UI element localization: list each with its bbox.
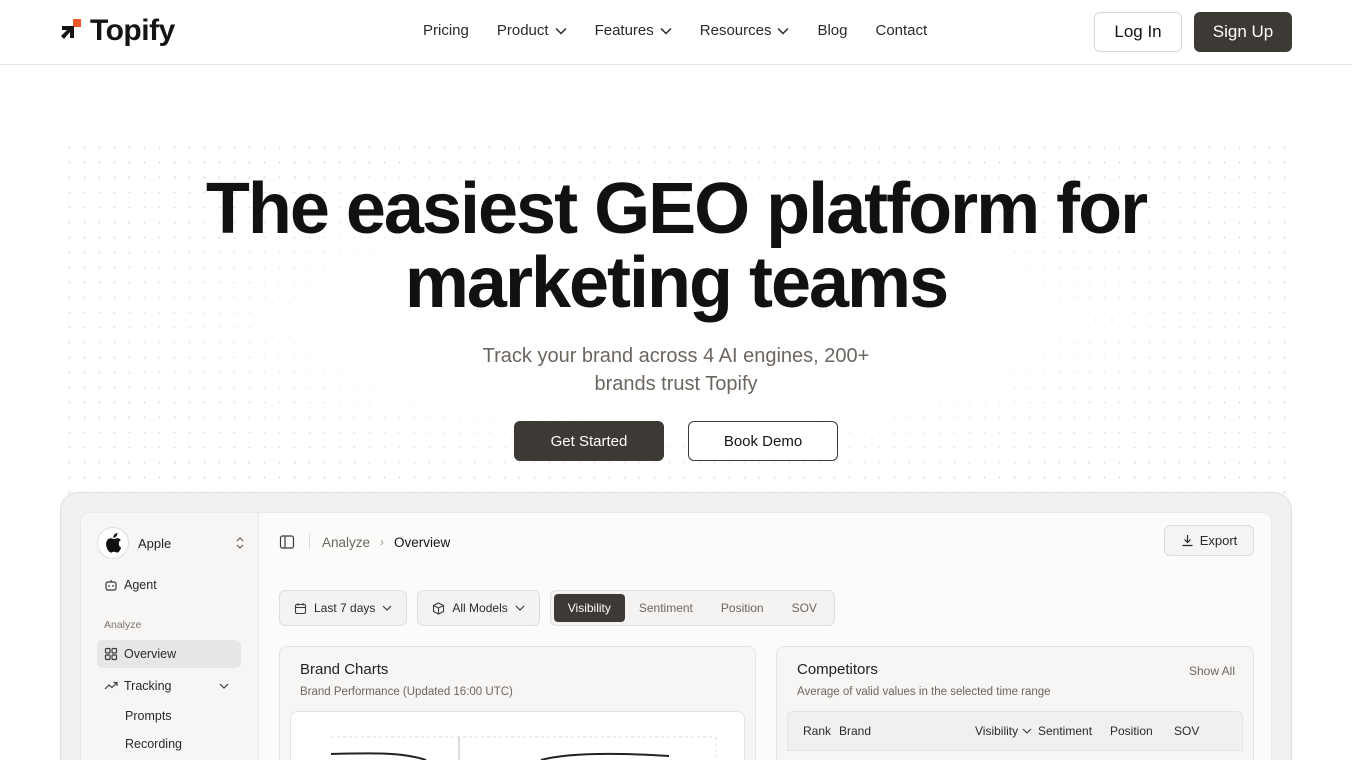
brand-chart-area: [290, 711, 745, 760]
column-visibility-label: Visibility: [975, 724, 1019, 738]
agent-bot-icon: [105, 580, 117, 591]
competitors-table-header: Rank Brand Visibility Sentiment Position…: [787, 711, 1243, 751]
sidebar-item-overview[interactable]: Overview: [97, 640, 241, 668]
competitors-card: Competitors Show All Average of valid va…: [776, 646, 1254, 760]
nav-pricing[interactable]: Pricing: [423, 22, 469, 39]
sidebar-item-label: Agent: [124, 578, 157, 592]
nav-resources[interactable]: Resources: [700, 22, 790, 39]
sidebar-item-label: Overview: [124, 647, 177, 661]
chevron-down-icon: [219, 683, 229, 689]
hero-subtitle: Track your brand across 4 AI engines, 20…: [482, 345, 870, 395]
download-icon: [1182, 535, 1193, 547]
app-main: Analyze › Overview Export Last 7 days Al…: [259, 513, 1271, 760]
breadcrumb-current: Overview: [394, 534, 451, 550]
tab-visibility[interactable]: Visibility: [553, 594, 625, 622]
nav-blog[interactable]: Blog: [817, 22, 847, 39]
book-demo-button[interactable]: Book Demo: [688, 421, 838, 461]
hero-title-line-2: marketing teams: [404, 243, 949, 323]
tab-position[interactable]: Position: [707, 594, 778, 622]
filter-bar: Last 7 days All Models Visibility Sentim…: [279, 590, 835, 626]
divider: [309, 534, 310, 550]
chevron-down-icon: [555, 27, 567, 35]
export-button[interactable]: Export: [1164, 525, 1254, 556]
chevron-down-icon: [382, 605, 392, 611]
card-title: Brand Charts: [300, 661, 389, 678]
logo-text: Topify: [90, 14, 175, 47]
chevron-down-icon: [777, 27, 789, 35]
brand-name: Apple: [138, 535, 172, 551]
app-preview: Apple Agent Analyze Overview Tracking Pr…: [80, 512, 1272, 760]
sidebar-subitem-prompts[interactable]: Prompts: [125, 709, 172, 723]
tab-sentiment[interactable]: Sentiment: [625, 594, 707, 622]
date-range-select[interactable]: Last 7 days: [279, 590, 408, 626]
hero-title: The easiest GEO platform for marketing t…: [0, 172, 1352, 320]
nav-product[interactable]: Product: [497, 22, 567, 39]
card-subtitle: Average of valid values in the selected …: [797, 686, 1051, 698]
chevron-down-icon: [515, 605, 525, 611]
trending-up-icon: [104, 681, 118, 690]
sidebar-toggle-icon[interactable]: [279, 534, 295, 550]
nav-contact[interactable]: Contact: [876, 22, 928, 39]
nav-pricing-label: Pricing: [423, 22, 469, 39]
sidebar-subitem-recording[interactable]: Recording: [125, 737, 182, 751]
card-title: Competitors: [797, 661, 878, 678]
sort-desc-icon: [1022, 728, 1032, 734]
calendar-icon: [294, 602, 307, 614]
hero-title-line-1: The easiest GEO platform for: [205, 169, 1148, 249]
sidebar-item-tracking[interactable]: Tracking: [97, 672, 241, 700]
show-all-link[interactable]: Show All: [1189, 664, 1235, 678]
dashboard-grid-icon: [104, 647, 118, 661]
nav-features[interactable]: Features: [595, 22, 672, 39]
topify-logo[interactable]: Topify: [60, 14, 175, 48]
breadcrumb-parent[interactable]: Analyze: [322, 535, 370, 550]
brand-line-chart: [330, 736, 717, 760]
nav-blog-label: Blog: [817, 22, 848, 39]
model-select-label: All Models: [452, 601, 508, 615]
chevron-down-icon: [660, 27, 672, 35]
nav-product-label: Product: [496, 22, 549, 39]
sidebar-item-label: Tracking: [124, 679, 172, 693]
column-position: Position: [1110, 724, 1153, 738]
login-button[interactable]: Log In: [1094, 12, 1182, 52]
model-select[interactable]: All Models: [417, 590, 540, 626]
brand-charts-card: Brand Charts Brand Performance (Updated …: [279, 646, 756, 760]
app-sidebar: Apple Agent Analyze Overview Tracking Pr…: [81, 513, 259, 760]
column-sentiment: Sentiment: [1038, 724, 1093, 738]
top-navbar: Topify Pricing Product Features Resource…: [0, 0, 1352, 65]
breadcrumb: Analyze › Overview: [279, 531, 450, 553]
metric-tabs: Visibility Sentiment Position SOV: [549, 590, 835, 626]
date-range-label: Last 7 days: [314, 601, 376, 615]
nav-contact-label: Contact: [875, 22, 928, 39]
main-menu: Pricing Product Features Resources Blog …: [423, 22, 955, 39]
export-label: Export: [1199, 533, 1238, 548]
get-started-button[interactable]: Get Started: [514, 421, 664, 461]
brand-switcher[interactable]: Apple: [97, 527, 245, 559]
sidebar-item-agent[interactable]: Agent: [97, 571, 241, 599]
signup-button[interactable]: Sign Up: [1194, 12, 1292, 52]
logo-arrow-icon: [60, 18, 84, 44]
column-sov: SOV: [1174, 724, 1200, 738]
apple-logo-icon: [97, 527, 129, 559]
column-brand: Brand: [839, 724, 872, 738]
nav-features-label: Features: [594, 22, 654, 39]
column-rank: Rank: [803, 724, 832, 738]
nav-resources-label: Resources: [699, 22, 772, 39]
cube-icon: [433, 601, 445, 615]
tab-sov[interactable]: SOV: [778, 594, 831, 622]
column-visibility[interactable]: Visibility: [975, 724, 1032, 738]
sidebar-section-label: Analyze: [104, 619, 142, 631]
chevron-up-down-icon: [235, 536, 245, 550]
chevron-right-icon: ›: [380, 535, 385, 549]
card-subtitle: Brand Performance (Updated 16:00 UTC): [300, 686, 513, 698]
